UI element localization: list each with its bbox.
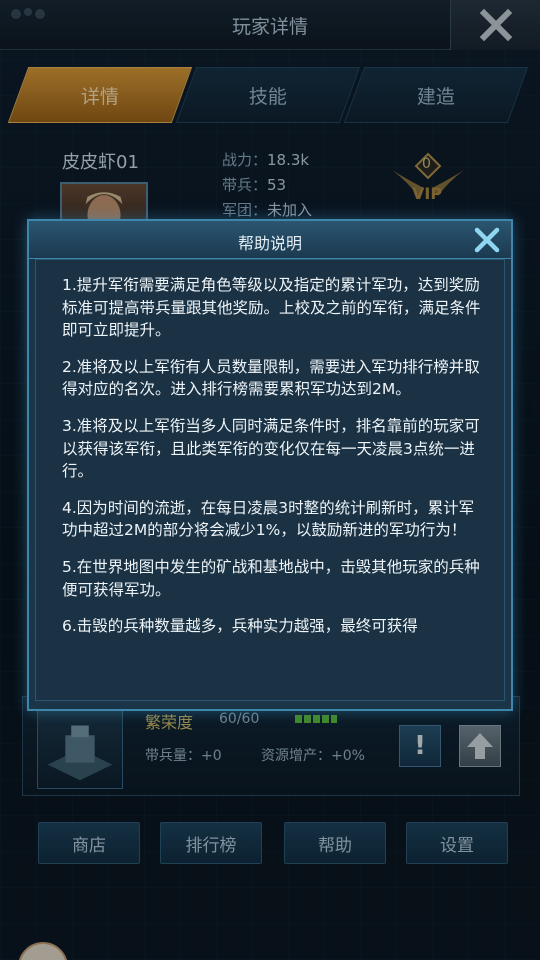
help-paragraph: 6.击毁的兵种数量越多，兵种实力越强，最终可获得 xyxy=(62,617,418,636)
help-paragraph: 2.准将及以上军衔有人员数量限制，需要进入军功排行榜并取得对应的名次。进入排行榜… xyxy=(62,357,480,399)
help-dialog: 帮助说明 1.提升军衔需要满足角色等级以及指定的累计军功，达到奖励标准可提高带兵… xyxy=(27,219,513,711)
help-paragraph: 4.因为时间的流逝，在每日凌晨3时整的统计刷新时，累计军功中超过2M的部分将会减… xyxy=(62,498,475,540)
help-paragraph: 5.在世界地图中发生的矿战和基地战中，击毁其他玩家的兵种便可获得军功。 xyxy=(62,557,480,599)
dialog-body[interactable]: 1.提升军衔需要满足角色等级以及指定的累计军功，达到奖励标准可提高带兵量跟其他奖… xyxy=(35,259,505,701)
dialog-title: 帮助说明 xyxy=(237,234,302,253)
dialog-close-icon[interactable] xyxy=(473,226,501,254)
help-paragraph: 3.准将及以上军衔当多人同时满足条件时，排名靠前的玩家可以获得该军衔，且此类军衔… xyxy=(62,416,480,481)
dialog-header: 帮助说明 xyxy=(29,221,511,259)
help-paragraph: 1.提升军衔需要满足角色等级以及指定的累计军功，达到奖励标准可提高带兵量跟其他奖… xyxy=(62,276,481,340)
